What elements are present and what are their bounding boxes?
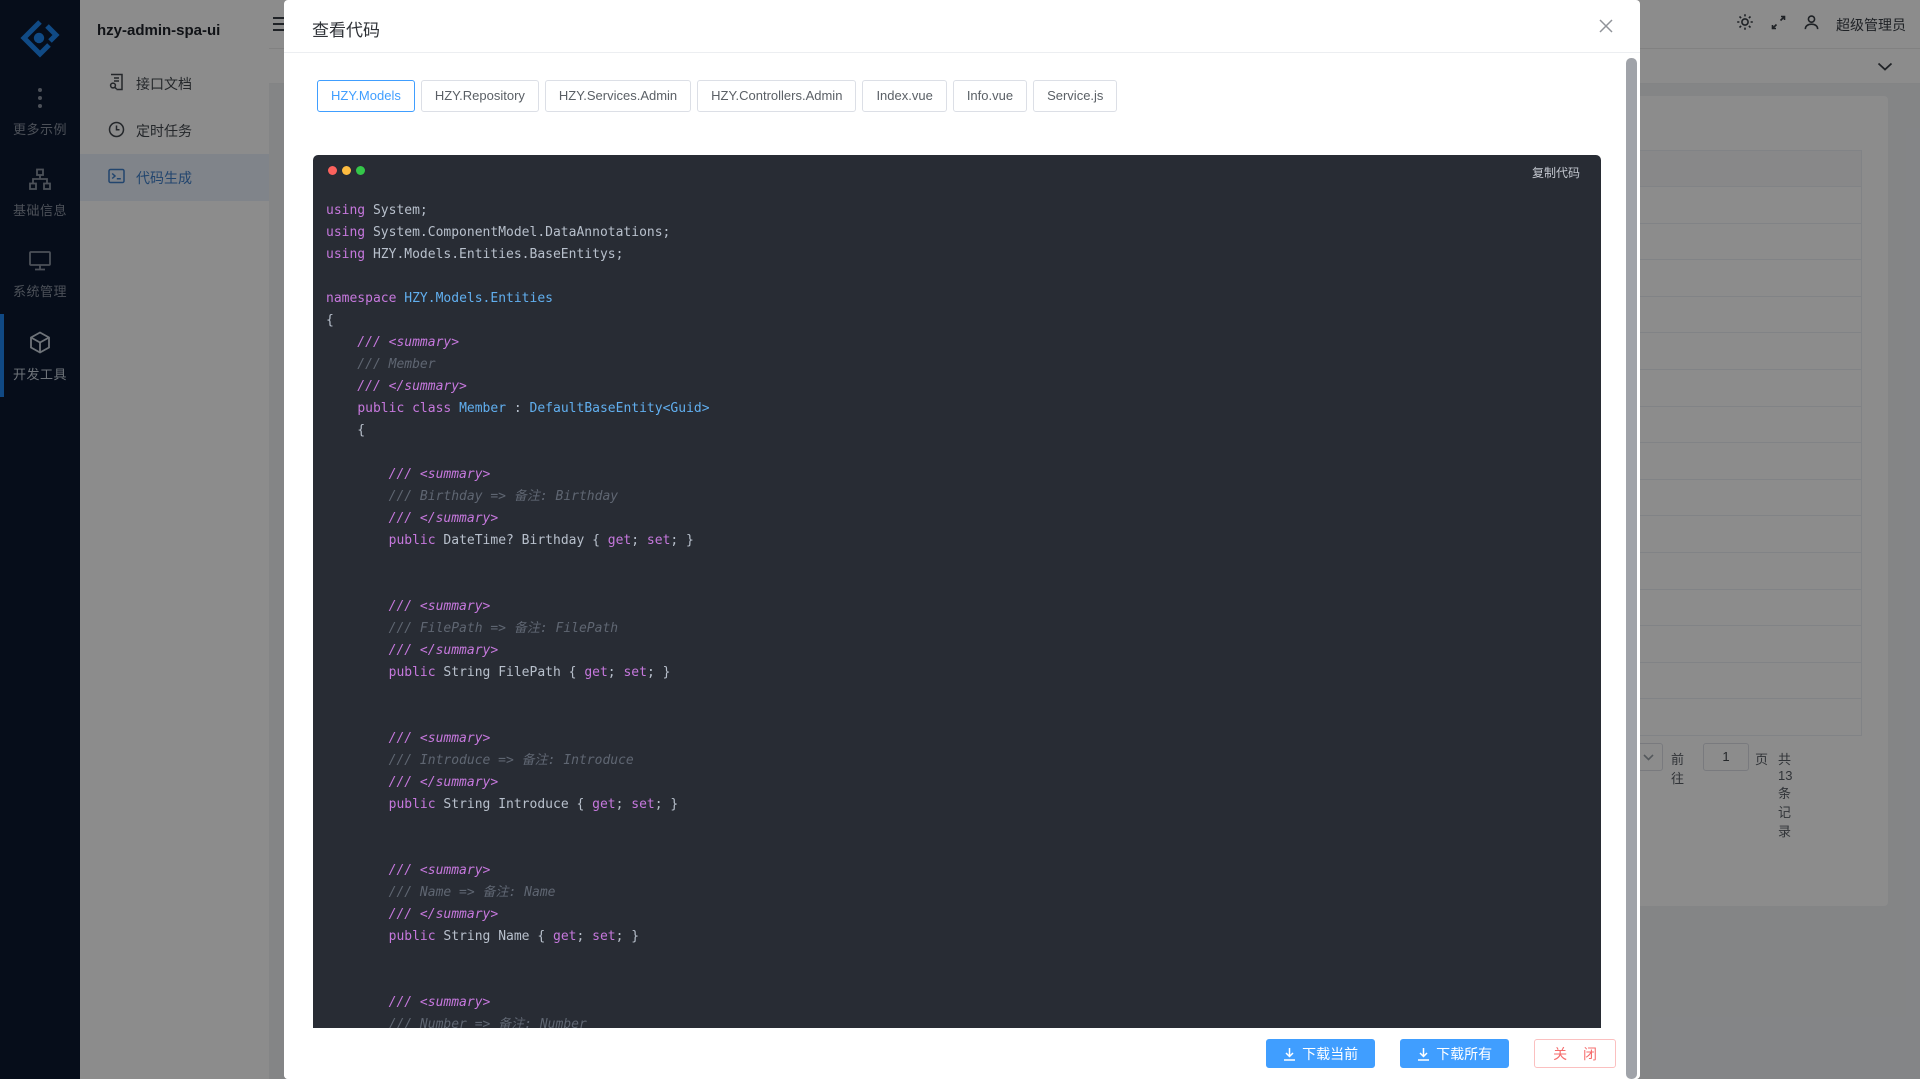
code-block-header: 复制代码 <box>313 155 1601 200</box>
code-line: /// Name => 备注: Name <box>326 882 1601 904</box>
code-line <box>326 948 1601 970</box>
code-line: /// <summary> <box>326 596 1601 618</box>
download-current-button[interactable]: 下载当前 <box>1266 1039 1375 1068</box>
code-content: using System;using System.ComponentModel… <box>313 200 1601 1060</box>
code-line: { <box>326 420 1601 442</box>
dialog-header: 查看代码 <box>284 0 1640 53</box>
code-line <box>326 684 1601 706</box>
code-line: public DateTime? Birthday { get; set; } <box>326 530 1601 552</box>
close-icon[interactable] <box>1598 18 1614 39</box>
code-line: /// <summary> <box>326 992 1601 1014</box>
code-line: public String Name { get; set; } <box>326 926 1601 948</box>
yellow-light-icon <box>342 166 351 175</box>
copy-code-button[interactable]: 复制代码 <box>1532 164 1580 181</box>
code-line <box>326 816 1601 838</box>
dialog-title: 查看代码 <box>312 16 380 41</box>
download-icon <box>1417 1047 1430 1061</box>
code-line: /// </summary> <box>326 640 1601 662</box>
code-line <box>326 574 1601 596</box>
code-line: { <box>326 310 1601 332</box>
code-line <box>326 266 1601 288</box>
scrollbar-thumb[interactable] <box>1626 58 1637 1079</box>
code-line <box>326 838 1601 860</box>
code-line: /// FilePath => 备注: FilePath <box>326 618 1601 640</box>
code-line: /// </summary> <box>326 904 1601 926</box>
close-dialog-button[interactable]: 关 闭 <box>1534 1039 1616 1068</box>
download-icon <box>1283 1047 1296 1061</box>
code-line: using System.ComponentModel.DataAnnotati… <box>326 222 1601 244</box>
code-line <box>326 442 1601 464</box>
code-line: public String FilePath { get; set; } <box>326 662 1601 684</box>
code-line: /// <summary> <box>326 860 1601 882</box>
view-code-dialog: 查看代码 HZY.ModelsHZY.RepositoryHZY.Service… <box>284 0 1640 1079</box>
code-line: namespace HZY.Models.Entities <box>326 288 1601 310</box>
code-file-tabs: HZY.ModelsHZY.RepositoryHZY.Services.Adm… <box>317 80 1117 112</box>
tab-HZY.Models[interactable]: HZY.Models <box>317 80 415 112</box>
code-line <box>326 552 1601 574</box>
code-line: /// </summary> <box>326 376 1601 398</box>
tab-HZY.Services.Admin[interactable]: HZY.Services.Admin <box>545 80 691 112</box>
tab-Info.vue[interactable]: Info.vue <box>953 80 1027 112</box>
code-line <box>326 706 1601 728</box>
dialog-footer: 下载当前 下载所有 关 闭 <box>284 1028 1640 1079</box>
code-block: 复制代码 using System;using System.Component… <box>313 155 1601 1079</box>
code-line: /// Birthday => 备注: Birthday <box>326 486 1601 508</box>
tab-HZY.Repository[interactable]: HZY.Repository <box>421 80 539 112</box>
green-light-icon <box>356 166 365 175</box>
dialog-scrollbar <box>1626 58 1637 1079</box>
code-line: /// Introduce => 备注: Introduce <box>326 750 1601 772</box>
code-line: /// </summary> <box>326 772 1601 794</box>
traffic-lights <box>328 166 365 175</box>
tab-HZY.Controllers.Admin[interactable]: HZY.Controllers.Admin <box>697 80 856 112</box>
code-line <box>326 970 1601 992</box>
tab-Service.js[interactable]: Service.js <box>1033 80 1117 112</box>
screen: 更多示例基础信息系统管理开发工具 hzy-admin-spa-ui 接口文档定时… <box>0 0 1920 1079</box>
code-line: /// Member <box>326 354 1601 376</box>
download-all-button[interactable]: 下载所有 <box>1400 1039 1509 1068</box>
code-line: /// <summary> <box>326 464 1601 486</box>
code-line: public class Member : DefaultBaseEntity<… <box>326 398 1601 420</box>
code-line: /// </summary> <box>326 508 1601 530</box>
red-light-icon <box>328 166 337 175</box>
tab-Index.vue[interactable]: Index.vue <box>862 80 946 112</box>
code-line: using HZY.Models.Entities.BaseEntitys; <box>326 244 1601 266</box>
code-line: using System; <box>326 200 1601 222</box>
code-line: public String Introduce { get; set; } <box>326 794 1601 816</box>
code-line: /// <summary> <box>326 332 1601 354</box>
code-line: /// <summary> <box>326 728 1601 750</box>
